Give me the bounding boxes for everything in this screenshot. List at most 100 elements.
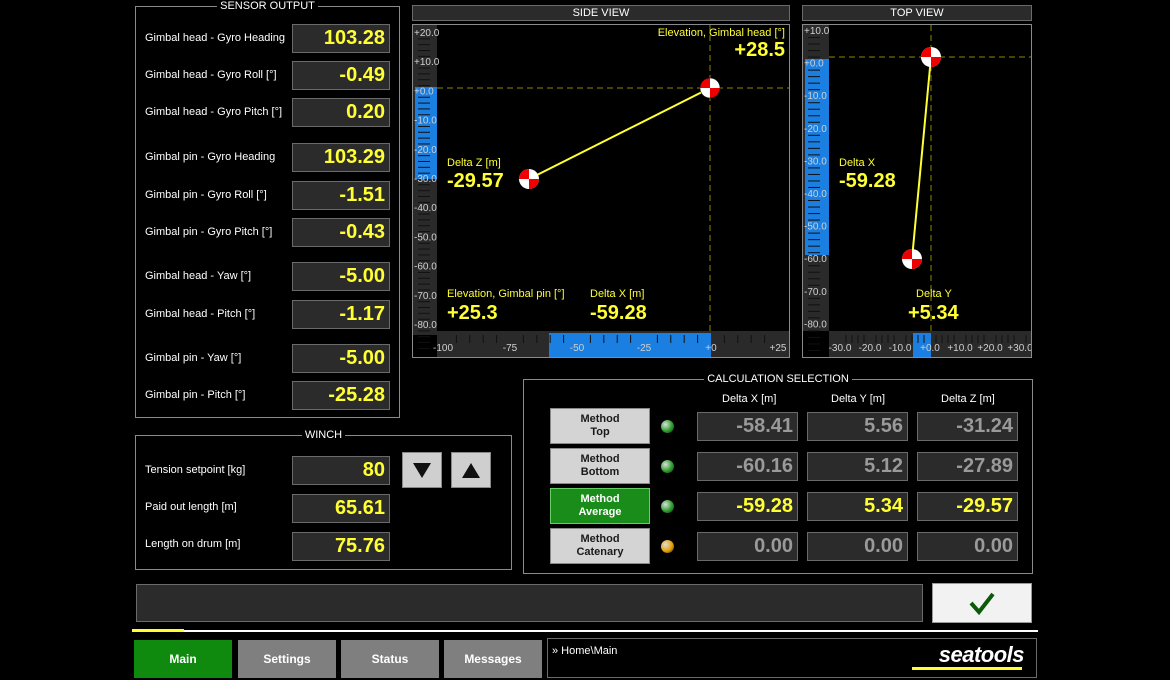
x-tick-label: -20.0 xyxy=(859,343,882,354)
y-tick-label: -70.0 xyxy=(804,287,827,298)
sensor-row-label: Gimbal pin - Gyro Heading xyxy=(145,151,276,163)
tension-setpoint-field[interactable]: 80 xyxy=(292,456,390,485)
side-view-header: SIDE VIEW xyxy=(412,5,790,21)
y-tick-label: -30.0 xyxy=(804,156,827,167)
sensor-row-label: Gimbal head - Gyro Pitch [°] xyxy=(145,106,283,118)
sensor-row-value: 0.20 xyxy=(292,98,390,127)
sensor-row-label: Gimbal pin - Yaw [°] xyxy=(145,352,242,364)
method-status-led-icon xyxy=(661,500,674,513)
y-tick-label: -80.0 xyxy=(414,320,437,331)
y-tick-label: +0.0 xyxy=(414,86,434,97)
x-tick-label: +25 xyxy=(770,343,787,354)
logo-underline xyxy=(912,667,1022,670)
calc-dx-value: -60.16 xyxy=(697,452,798,481)
x-tick-label: +20.0 xyxy=(977,343,1003,354)
side-view-cable-line xyxy=(528,87,711,180)
top-view-plot[interactable]: +10.0 +0.0 -10.0 -20.0 -30.0 -40.0 -50.0 -60.0 -… xyxy=(802,24,1032,358)
method-status-led-icon xyxy=(661,460,674,473)
y-tick-label: -30.0 xyxy=(414,174,437,185)
method-button-line1: Method xyxy=(580,413,620,425)
sensor-row-value: 103.29 xyxy=(292,143,390,172)
x-tick-label: -75 xyxy=(503,343,518,354)
method-button-line2: Bottom xyxy=(580,466,620,478)
top-view-header: TOP VIEW xyxy=(802,5,1032,21)
y-tick-label: -60.0 xyxy=(414,262,437,273)
calc-dx-value: 0.00 xyxy=(697,532,798,561)
sensor-output-title: SENSOR OUTPUT xyxy=(217,0,318,12)
x-tick-label: -100 xyxy=(433,343,453,354)
tab-main[interactable]: Main xyxy=(134,640,232,678)
method-status-led-icon xyxy=(661,540,674,553)
sensor-row-label: Gimbal head - Yaw [°] xyxy=(145,270,252,282)
y-tick-label: -20.0 xyxy=(414,145,437,156)
tension-decrease-button[interactable] xyxy=(402,452,442,488)
top-view-delta-x-value: -59.28 xyxy=(839,170,896,192)
y-tick-label: +20.0 xyxy=(414,28,440,39)
calc-dz-value: -27.89 xyxy=(917,452,1018,481)
calc-dz-value: -31.24 xyxy=(917,412,1018,441)
y-tick-label: -40.0 xyxy=(804,189,827,200)
side-view-delta-x-value: -59.28 xyxy=(590,302,647,324)
y-tick-label: -50.0 xyxy=(804,222,827,233)
y-tick-label: +10.0 xyxy=(414,57,440,68)
tension-setpoint-label: Tension setpoint [kg] xyxy=(145,464,246,476)
tension-increase-button[interactable] xyxy=(451,452,491,488)
method-top-button[interactable]: Method Top xyxy=(550,408,650,444)
sensor-row-value: -5.00 xyxy=(292,344,390,373)
side-view-delta-z-label: Delta Z [m] xyxy=(447,157,501,169)
calc-dx-value: -59.28 xyxy=(697,492,798,521)
sensor-row-label: Gimbal head - Pitch [°] xyxy=(145,308,256,320)
calc-header-delta-x: Delta X [m] xyxy=(722,393,777,405)
calc-header-delta-z: Delta Z [m] xyxy=(941,393,995,405)
top-view-delta-y-label: Delta Y xyxy=(916,288,952,300)
sensor-row-value: -0.43 xyxy=(292,218,390,247)
seatools-logo: seatools xyxy=(938,642,1025,667)
side-view-delta-z-value: -29.57 xyxy=(447,170,504,192)
x-tick-label: +0.0 xyxy=(920,343,940,354)
y-tick-label: +10.0 xyxy=(804,26,830,37)
nav-separator xyxy=(132,630,1038,632)
top-view-delta-x-label: Delta X xyxy=(839,157,876,169)
calc-dy-value: 0.00 xyxy=(807,532,908,561)
sensor-row-label: Gimbal head - Gyro Roll [°] xyxy=(145,69,277,81)
sensor-row-label: Gimbal pin - Gyro Roll [°] xyxy=(145,189,267,201)
arrow-down-icon xyxy=(413,463,431,478)
top-view-delta-y-value: +5.34 xyxy=(908,302,959,324)
tab-status[interactable]: Status xyxy=(341,640,439,678)
calc-dz-value: 0.00 xyxy=(917,532,1018,561)
top-view-head-marker-icon xyxy=(921,47,941,67)
tab-messages[interactable]: Messages xyxy=(444,640,542,678)
x-tick-label: +30.0 xyxy=(1007,343,1032,354)
side-view-elev-pin-value: +25.3 xyxy=(447,302,498,324)
method-catenary-button[interactable]: Method Catenary xyxy=(550,528,650,564)
side-view-plot[interactable]: +20.0 +10.0 +0.0 -10.0 -20.0 -30.0 -40.0 -50.0 -… xyxy=(412,24,790,358)
y-tick-label: -60.0 xyxy=(804,254,827,265)
x-tick-label: -50 xyxy=(570,343,585,354)
breadcrumb-area: » Home\Main seatools xyxy=(547,638,1037,678)
method-button-line2: Top xyxy=(590,426,610,438)
winch-title: WINCH xyxy=(301,429,346,441)
confirm-button[interactable] xyxy=(932,583,1032,623)
method-bottom-button[interactable]: Method Bottom xyxy=(550,448,650,484)
x-tick-label: -30.0 xyxy=(829,343,852,354)
y-tick-label: -20.0 xyxy=(804,124,827,135)
method-button-line1: Method xyxy=(580,493,620,505)
y-tick-label: -10.0 xyxy=(804,91,827,102)
calc-dy-value: 5.12 xyxy=(807,452,908,481)
message-bar xyxy=(136,584,923,622)
sensor-row-value: -0.49 xyxy=(292,61,390,90)
sensor-row-value: -1.17 xyxy=(292,300,390,329)
checkmark-icon xyxy=(969,592,995,616)
method-button-line2: Average xyxy=(578,506,622,518)
tab-settings[interactable]: Settings xyxy=(238,640,336,678)
x-tick-label: +10.0 xyxy=(947,343,973,354)
calc-dy-value: 5.56 xyxy=(807,412,908,441)
paid-out-length-label: Paid out length [m] xyxy=(145,501,237,513)
sensor-row-value: -25.28 xyxy=(292,381,390,410)
length-on-drum-value: 75.76 xyxy=(292,532,390,561)
side-view-elev-head-label: Elevation, Gimbal head [°] xyxy=(657,27,785,39)
calculation-selection-title: CALCULATION SELECTION xyxy=(704,373,852,385)
sensor-row-label: Gimbal pin - Gyro Pitch [°] xyxy=(145,226,273,238)
breadcrumb: » Home\Main xyxy=(552,645,618,657)
method-average-button[interactable]: Method Average xyxy=(550,488,650,524)
